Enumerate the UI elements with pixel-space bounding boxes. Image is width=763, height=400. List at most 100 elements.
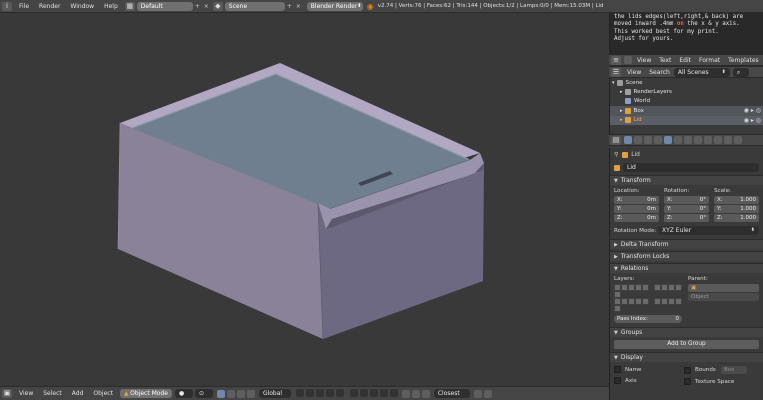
menu-help[interactable]: Help — [99, 3, 123, 10]
transform-panel-header[interactable]: ▼ Transform — [610, 175, 763, 185]
location-y-field[interactable]: Y: 0m — [614, 205, 659, 213]
tab-material-icon[interactable] — [704, 136, 712, 144]
menu-window[interactable]: Window — [65, 3, 99, 10]
bounds-type-select[interactable]: Box — [721, 366, 747, 374]
text-editor-type-icon[interactable]: ≡ — [611, 55, 621, 65]
pivot-select[interactable]: ⊙ — [194, 389, 213, 398]
orientation-select[interactable]: Global — [258, 389, 291, 398]
shading-select[interactable]: ● — [174, 389, 193, 398]
parent-field[interactable]: ▣ — [688, 284, 759, 292]
opengl-render-icon[interactable] — [483, 389, 492, 398]
rotation-x-field[interactable]: X: 0° — [664, 196, 709, 204]
tab-particles-icon[interactable] — [724, 136, 732, 144]
scale-toggle[interactable] — [246, 389, 255, 398]
scene-close-button[interactable]: × — [294, 2, 303, 11]
tab-modifiers-icon[interactable] — [684, 136, 692, 144]
menu-render[interactable]: Render — [34, 3, 65, 10]
outliner-search-field[interactable]: ⌕ — [732, 67, 749, 77]
scale-y-field[interactable]: Y: 1.000 — [714, 205, 759, 213]
outliner-row-world[interactable]: World — [610, 97, 763, 106]
tab-data-icon[interactable] — [694, 136, 702, 144]
location-z-field[interactable]: Z: 0m — [614, 214, 659, 222]
tab-scene-icon[interactable] — [644, 136, 652, 144]
expand-triangle-icon[interactable]: ▸ — [620, 117, 623, 123]
translate-toggle[interactable] — [226, 389, 235, 398]
tab-constraints-icon[interactable] — [674, 136, 682, 144]
pass-index-field[interactable]: Pass Index: 0 — [614, 315, 682, 323]
outliner-row-renderlayers[interactable]: ▸ RenderLayers — [610, 87, 763, 96]
scene-icon[interactable]: ◆ — [212, 1, 223, 11]
groups-panel-header[interactable]: ▼ Groups — [610, 327, 763, 337]
outliner-menu-search[interactable]: Search — [645, 69, 674, 76]
text-menu-templates[interactable]: Templates — [724, 57, 763, 64]
mode-select[interactable]: ▲ Object Mode — [119, 389, 172, 398]
render-engine-select[interactable]: Blender Render ⬍ — [306, 1, 363, 11]
expand-triangle-icon[interactable]: ▸ — [620, 108, 623, 114]
delta-transform-panel-header[interactable]: ▶ Delta Transform — [610, 239, 763, 249]
outliner-display-select[interactable]: All Scenes ⬍ — [673, 67, 730, 77]
scale-x-field[interactable]: X: 1.000 — [714, 196, 759, 204]
relations-panel-header[interactable]: ▼ Relations — [610, 263, 763, 273]
tab-physics-icon[interactable] — [734, 136, 742, 144]
text-menu-text[interactable]: Text — [655, 57, 675, 64]
text-menu-view[interactable]: View — [633, 57, 655, 64]
menu-file[interactable]: File — [14, 3, 34, 10]
render-icon[interactable] — [473, 389, 482, 398]
outliner-type-icon[interactable]: ☰ — [611, 67, 621, 77]
snap-toggle-icon[interactable] — [421, 389, 430, 398]
add-to-group-button[interactable]: Add to Group — [614, 340, 759, 349]
tab-layers-icon[interactable] — [634, 136, 642, 144]
scene-add-button[interactable]: + — [285, 2, 294, 11]
tab-world-icon[interactable] — [654, 136, 662, 144]
properties-type-icon[interactable]: ▤ — [611, 135, 621, 145]
visibility-icons[interactable]: ◉ ▸ ◎ — [744, 107, 761, 114]
show-texture-space-checkbox[interactable]: Texture Space — [684, 378, 759, 385]
transform-locks-panel-header[interactable]: ▶ Transform Locks — [610, 251, 763, 261]
expand-triangle-icon[interactable]: ▸ — [620, 89, 623, 95]
show-name-checkbox[interactable]: Name — [614, 366, 684, 373]
outliner-row-lid[interactable]: ▸ Lid ◉ ▸ ◎ — [610, 115, 763, 125]
rotate-toggle[interactable] — [236, 389, 245, 398]
scale-z-field[interactable]: Z: 1.000 — [714, 214, 759, 222]
show-bounds-checkbox[interactable]: Bounds Box — [684, 366, 759, 374]
object-name-field[interactable]: Lid — [623, 163, 759, 172]
screen-add-button[interactable]: + — [193, 2, 202, 11]
menu-view[interactable]: View — [14, 390, 38, 397]
text-menu-edit[interactable]: Edit — [675, 57, 695, 64]
outliner-row-scene[interactable]: ▾ Scene — [610, 78, 763, 87]
tab-object-icon[interactable] — [664, 136, 672, 144]
3d-viewport[interactable] — [0, 13, 609, 386]
proportional-edit-icon[interactable] — [411, 389, 420, 398]
layer-grid[interactable] — [295, 388, 399, 399]
editor-type-3d-icon[interactable]: ▣ — [2, 389, 12, 398]
visibility-icons[interactable]: ◉ ▸ ◎ — [744, 117, 761, 124]
scene-field[interactable]: Scene — [224, 1, 285, 11]
outliner-row-box[interactable]: ▸ Box ◉ ▸ ◎ — [610, 106, 763, 116]
rotation-mode-select[interactable]: XYZ Euler ⬍ — [658, 226, 759, 235]
screen-close-button[interactable]: × — [202, 2, 211, 11]
screen-layout-field[interactable]: Default — [136, 1, 193, 11]
menu-object[interactable]: Object — [88, 390, 118, 397]
snap-target-select[interactable]: Closest — [433, 389, 470, 398]
rotation-y-field[interactable]: Y: 0° — [664, 205, 709, 213]
lock-layers-icon[interactable] — [401, 389, 410, 398]
tab-texture-icon[interactable] — [714, 136, 722, 144]
show-axis-checkbox[interactable]: Axis — [614, 377, 684, 384]
parent-type-select[interactable]: Object — [688, 293, 759, 301]
editor-type-icon[interactable]: i — [2, 1, 12, 11]
text-editor[interactable]: the lids edges(left,right,& back) are mo… — [609, 13, 763, 54]
manipulator-toggle[interactable] — [216, 389, 225, 398]
screen-layout-icon[interactable]: ▦ — [124, 1, 135, 11]
text-editor-collapse-icon[interactable] — [624, 56, 632, 64]
pin-icon[interactable]: ⚲ — [614, 152, 618, 158]
display-panel-header[interactable]: ▼ Display — [610, 352, 763, 362]
text-menu-format[interactable]: Format — [695, 57, 724, 64]
collapse-triangle-icon[interactable]: ▾ — [612, 80, 615, 86]
outliner-menu-view[interactable]: View — [623, 69, 645, 76]
location-x-field[interactable]: X: 0m — [614, 196, 659, 204]
object-layer-grid[interactable] — [614, 284, 684, 312]
menu-add[interactable]: Add — [67, 390, 89, 397]
menu-select[interactable]: Select — [38, 390, 67, 397]
rotation-z-field[interactable]: Z: 0° — [664, 214, 709, 222]
tab-render-icon[interactable] — [624, 136, 632, 144]
